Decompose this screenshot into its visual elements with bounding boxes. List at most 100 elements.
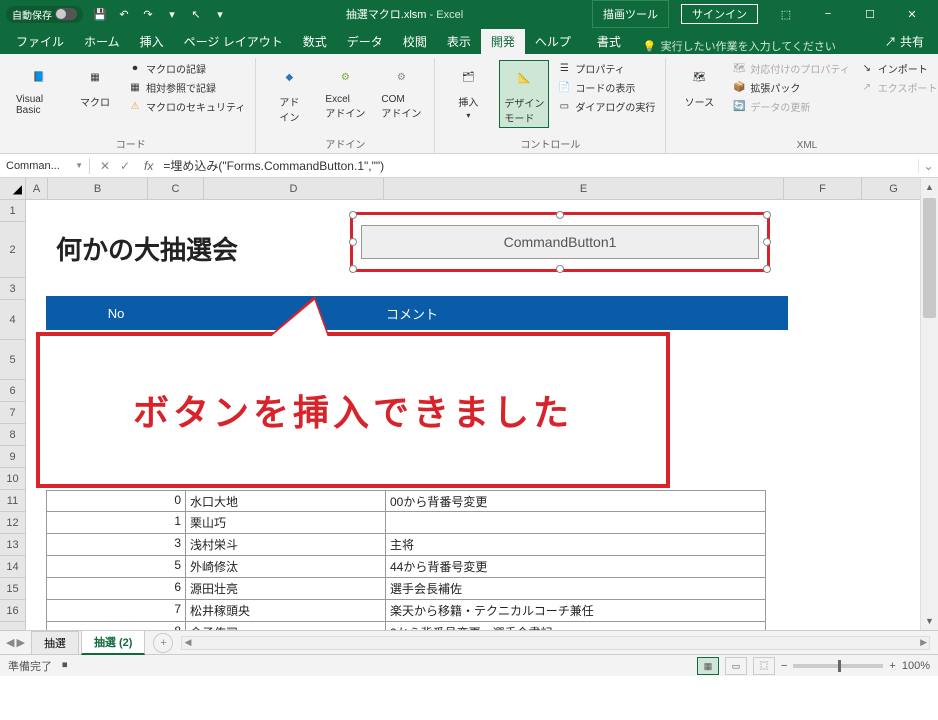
view-normal-icon[interactable]: ▦ bbox=[697, 657, 719, 675]
cell-name[interactable]: 水口大地 bbox=[186, 490, 386, 512]
contextual-tab-drawtools[interactable]: 描画ツール bbox=[592, 0, 669, 28]
resize-handle[interactable] bbox=[349, 265, 357, 273]
formula-input[interactable]: =埋め込み("Forms.CommandButton.1","") bbox=[157, 155, 918, 176]
add-sheet-button[interactable]: + bbox=[153, 633, 173, 653]
cell-no[interactable]: 6 bbox=[46, 578, 186, 600]
cell-no[interactable]: 7 bbox=[46, 600, 186, 622]
macro-record-icon[interactable]: ⏹ bbox=[62, 659, 68, 672]
row-header[interactable]: 2 bbox=[0, 222, 25, 278]
tab-nav-prev-icon[interactable]: ◀ bbox=[6, 636, 14, 649]
select-all-corner[interactable]: ◢ bbox=[0, 178, 25, 200]
row-header[interactable]: 7 bbox=[0, 402, 25, 424]
cell-comment[interactable]: 主将 bbox=[386, 534, 766, 556]
autosave-switch[interactable] bbox=[55, 8, 77, 20]
row-header[interactable]: 3 bbox=[0, 278, 25, 300]
column-header[interactable]: F bbox=[784, 178, 862, 199]
fx-icon[interactable]: fx bbox=[140, 159, 157, 173]
import-button[interactable]: ↘インポート bbox=[858, 60, 938, 77]
row-header[interactable]: 15 bbox=[0, 578, 25, 600]
macro-security-button[interactable]: ⚠マクロのセキュリティ bbox=[126, 98, 247, 115]
qat-more-icon[interactable]: ▾ bbox=[163, 5, 181, 23]
undo-icon[interactable]: ↶ bbox=[115, 5, 133, 23]
resize-handle[interactable] bbox=[349, 211, 357, 219]
run-dialog-button[interactable]: ▭ダイアログの実行 bbox=[555, 98, 657, 115]
row-header[interactable]: 4 bbox=[0, 300, 25, 340]
save-icon[interactable]: 💾 bbox=[91, 5, 109, 23]
properties-button[interactable]: ☰プロパティ bbox=[555, 60, 657, 77]
signin-button[interactable]: サインイン bbox=[681, 4, 758, 24]
autosave-toggle[interactable]: 自動保存 bbox=[6, 6, 83, 23]
design-mode-button[interactable]: 📐デザイン モード bbox=[499, 60, 549, 128]
ribbon-options-icon[interactable]: ⬚ bbox=[766, 0, 806, 28]
table-row[interactable]: 5外崎修汰44から背番号変更 bbox=[46, 556, 766, 578]
commandbutton-selection[interactable]: CommandButton1 bbox=[350, 212, 770, 272]
column-header[interactable]: A bbox=[26, 178, 48, 199]
insert-control-button[interactable]: 🗂挿入▾ bbox=[443, 60, 493, 122]
row-header[interactable]: 9 bbox=[0, 446, 25, 468]
row-header[interactable]: 10 bbox=[0, 468, 25, 490]
pointer-icon[interactable]: ↖ bbox=[187, 5, 205, 23]
row-header[interactable]: 1 bbox=[0, 200, 25, 222]
scroll-left-icon[interactable]: ◀ bbox=[184, 637, 191, 648]
view-pagelayout-icon[interactable]: ▭ bbox=[725, 657, 747, 675]
column-header[interactable]: B bbox=[48, 178, 148, 199]
cell-comment[interactable]: 44から背番号変更 bbox=[386, 556, 766, 578]
cell-name[interactable]: 松井稼頭央 bbox=[186, 600, 386, 622]
expand-formula-icon[interactable]: ⌄ bbox=[918, 159, 938, 173]
command-button[interactable]: CommandButton1 bbox=[361, 225, 759, 259]
vertical-scrollbar[interactable]: ▲ ▼ bbox=[920, 178, 938, 630]
table-row[interactable]: 0水口大地00から背番号変更 bbox=[46, 490, 766, 512]
column-header[interactable]: D bbox=[204, 178, 384, 199]
resize-handle[interactable] bbox=[349, 238, 357, 246]
resize-handle[interactable] bbox=[763, 211, 771, 219]
tellme-search[interactable]: 💡 実行したい作業を入力してください bbox=[643, 38, 836, 54]
tab-view[interactable]: 表示 bbox=[437, 29, 481, 54]
cell-comment[interactable]: 00から背番号変更 bbox=[386, 490, 766, 512]
tab-help[interactable]: ヘルプ bbox=[525, 29, 581, 54]
qat-more2-icon[interactable]: ▾ bbox=[211, 5, 229, 23]
cell-name[interactable]: 浅村栄斗 bbox=[186, 534, 386, 556]
tab-format[interactable]: 書式 bbox=[587, 29, 631, 54]
addins-button[interactable]: ◆アド イン bbox=[264, 60, 314, 126]
excel-addins-button[interactable]: ⚙Excel アドイン bbox=[320, 60, 370, 122]
cells-area[interactable]: 何かの大抽選会 CommandButton1 No コメント ボタンを挿入で bbox=[26, 200, 938, 630]
tab-formulas[interactable]: 数式 bbox=[293, 29, 337, 54]
cell-no[interactable]: 3 bbox=[46, 534, 186, 556]
sheet-tab-1[interactable]: 抽選 bbox=[31, 631, 79, 654]
row-header[interactable]: 13 bbox=[0, 534, 25, 556]
scroll-right-icon[interactable]: ▶ bbox=[920, 637, 927, 648]
table-row[interactable]: 8金子侑司2から背番号変更・選手会書記 bbox=[46, 622, 766, 630]
cell-comment[interactable]: 2から背番号変更・選手会書記 bbox=[386, 622, 766, 630]
zoom-slider[interactable] bbox=[793, 664, 883, 668]
scroll-down-icon[interactable]: ▼ bbox=[921, 612, 938, 630]
zoom-out-icon[interactable]: − bbox=[781, 660, 787, 672]
row-header[interactable]: 14 bbox=[0, 556, 25, 578]
scroll-thumb[interactable] bbox=[923, 198, 936, 318]
row-header[interactable]: 11 bbox=[0, 490, 25, 512]
confirm-formula-icon[interactable]: ✓ bbox=[116, 159, 134, 173]
cell-comment[interactable] bbox=[386, 512, 766, 534]
cell-comment[interactable]: 選手会長補佐 bbox=[386, 578, 766, 600]
cell-no[interactable]: 8 bbox=[46, 622, 186, 630]
tab-nav-next-icon[interactable]: ▶ bbox=[16, 636, 24, 649]
cell-name[interactable]: 源田壮亮 bbox=[186, 578, 386, 600]
table-row[interactable]: 6源田壮亮選手会長補佐 bbox=[46, 578, 766, 600]
row-header[interactable]: 5 bbox=[0, 340, 25, 380]
xml-source-button[interactable]: 🗺ソース bbox=[674, 60, 724, 111]
resize-handle[interactable] bbox=[556, 265, 564, 273]
macros-button[interactable]: ▦マクロ bbox=[70, 60, 120, 111]
cell-no[interactable]: 5 bbox=[46, 556, 186, 578]
resize-handle[interactable] bbox=[763, 238, 771, 246]
view-pagebreak-icon[interactable]: ⿴ bbox=[753, 657, 775, 675]
share-button[interactable]: ↗ 共有 bbox=[877, 29, 932, 54]
view-code-button[interactable]: 📄コードの表示 bbox=[555, 79, 657, 96]
scroll-up-icon[interactable]: ▲ bbox=[921, 178, 938, 196]
cell-no[interactable]: 1 bbox=[46, 512, 186, 534]
column-header[interactable]: G bbox=[862, 178, 926, 199]
resize-handle[interactable] bbox=[763, 265, 771, 273]
cell-no[interactable]: 0 bbox=[46, 490, 186, 512]
zoom-level[interactable]: 100% bbox=[902, 660, 930, 672]
close-icon[interactable]: ✕ bbox=[892, 0, 932, 28]
cell-name[interactable]: 外崎修汰 bbox=[186, 556, 386, 578]
redo-icon[interactable]: ↷ bbox=[139, 5, 157, 23]
